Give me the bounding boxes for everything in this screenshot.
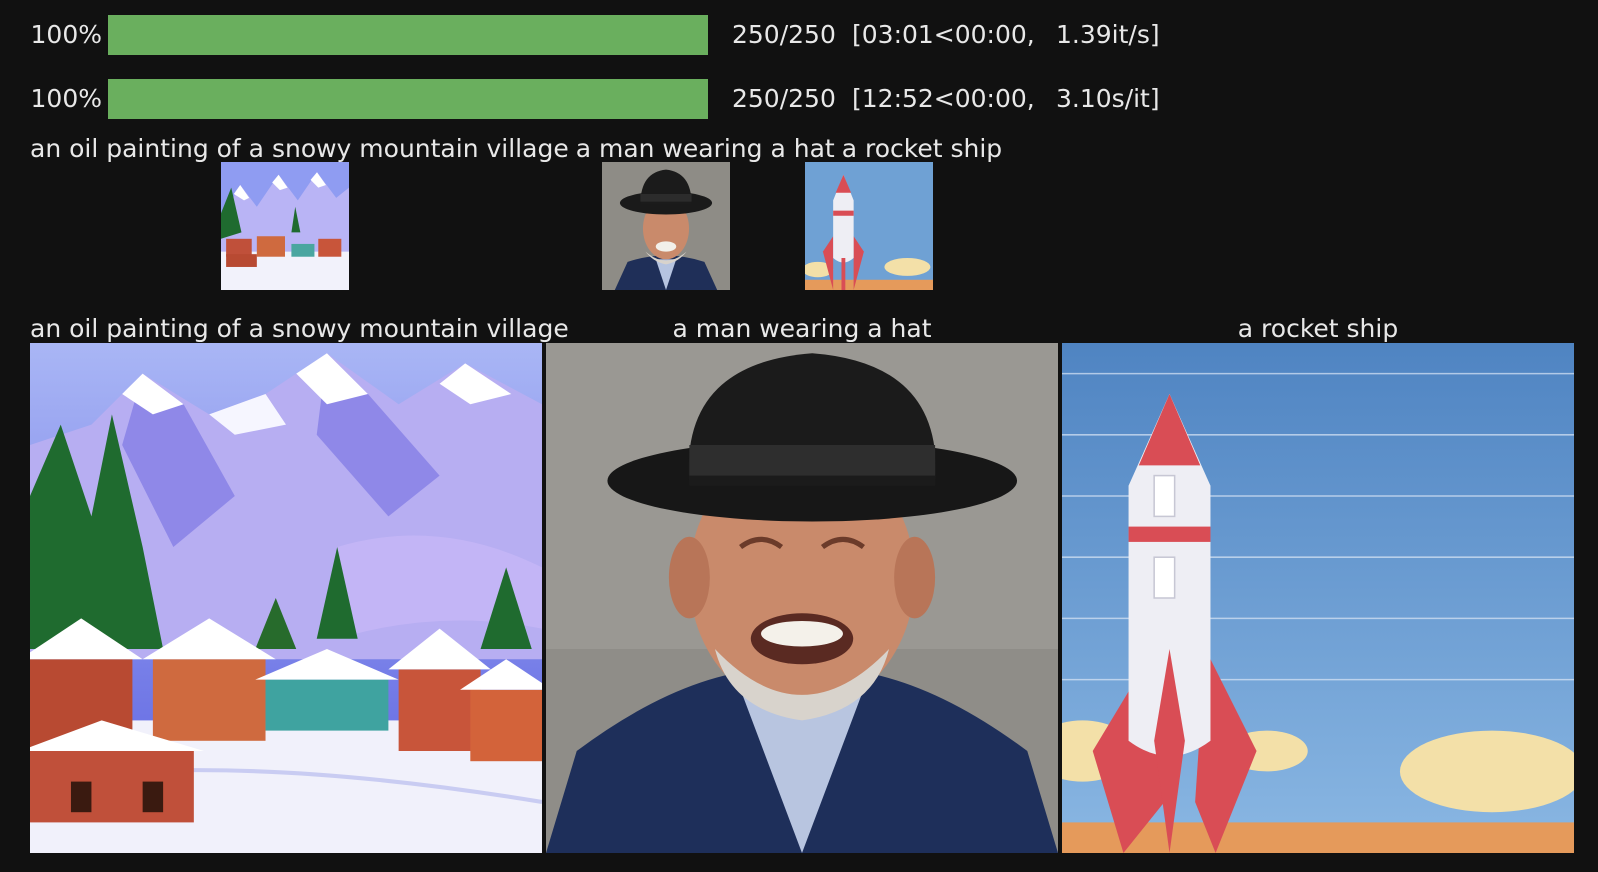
progress-rate: 1.39it/s] [1056,20,1160,49]
progress-count: 250/250 [732,84,836,113]
progress-track [108,79,708,119]
progress-percent: 100% [30,20,102,49]
man-with-hat-photo-icon [602,162,730,290]
progress-bar-2: 100% 250/250 [12:52<00:00, 3.10s/it] [0,79,1200,119]
large-caption: a man wearing a hat [672,314,932,343]
progress-percent: 100% [30,84,102,113]
thumbnail-rocket-ship [805,162,933,290]
image-man-with-hat [546,343,1058,853]
caption-text: a rocket ship [841,134,1003,163]
large-caption: an oil painting of a snowy mountain vill… [30,314,569,343]
progress-fill [108,79,708,119]
image-rocket-ship [1062,343,1574,853]
progress-rate: 3.10s/it] [1056,84,1160,113]
progress-time: [12:52<00:00, [852,84,1035,113]
progress-fill [108,15,708,55]
thumbnail-man-with-hat [602,162,730,290]
thumbnail-captions: an oil painting of a snowy mountain vill… [30,134,1009,164]
progress-track [108,15,708,55]
large-caption: a rocket ship [1237,314,1399,343]
thumbnail-mountain-village [221,162,349,290]
caption-text: an oil painting of a snowy mountain vill… [30,134,569,163]
mountain-village-painting-icon [30,343,542,853]
rocket-ship-illustration-icon [1062,343,1574,853]
progress-time: [03:01<00:00, [852,20,1035,49]
progress-count: 250/250 [732,20,836,49]
progress-bar-1: 100% 250/250 [03:01<00:00, 1.39it/s] [0,15,1200,55]
mountain-village-painting-icon [221,162,349,290]
man-with-hat-photo-icon [546,343,1058,853]
rocket-ship-illustration-icon [805,162,933,290]
image-mountain-village [30,343,542,853]
caption-text: a man wearing a hat [575,134,835,163]
